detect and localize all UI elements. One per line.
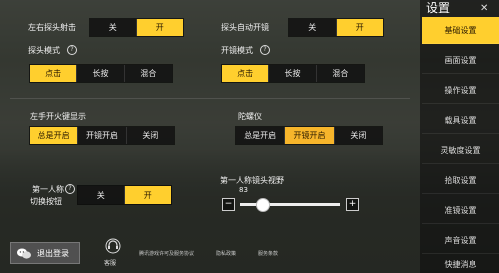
- customer-service-label: 客服: [104, 260, 117, 267]
- left-fire-selector: 总是开启 开镜开启 关闭: [29, 126, 175, 145]
- sidebar-item-scope[interactable]: 准镜设置: [422, 197, 499, 224]
- fov-decrease-button[interactable]: −: [222, 198, 235, 211]
- sidebar-item-pickup[interactable]: 拾取设置: [422, 167, 499, 194]
- gyro-selector: 总是开启 开镜开启 关闭: [235, 126, 383, 145]
- fpp-toggle-label-line2: 切换按钮: [30, 197, 62, 206]
- logout-label: 退出登录: [37, 248, 69, 258]
- scope-mode-click[interactable]: 点击: [222, 65, 270, 82]
- peek-auto-scope-on[interactable]: 开: [336, 19, 383, 36]
- fov-increase-button[interactable]: +: [346, 198, 359, 211]
- peek-mode-mixed[interactable]: 混合: [124, 65, 173, 82]
- footer-link-service[interactable]: 服务条款: [258, 250, 278, 257]
- gyro-off[interactable]: 关闭: [334, 127, 382, 144]
- customer-service-button[interactable]: 客服: [101, 238, 125, 268]
- scope-mode-label: 开镜模式: [221, 46, 253, 55]
- sidebar-item-vehicle[interactable]: 载具设置: [422, 107, 499, 134]
- fpp-toggle-label-line1: 第一人称: [32, 185, 64, 194]
- fpp-toggle-help-icon[interactable]: ?: [65, 184, 75, 194]
- close-icon[interactable]: ✕: [480, 3, 488, 14]
- peek-mode-hold[interactable]: 长按: [77, 65, 125, 82]
- sidebar-title: 设置: [426, 1, 451, 15]
- fpp-toggle-switch: 关 开: [77, 185, 172, 205]
- left-fire-label: 左手开火键显示: [30, 112, 86, 121]
- sidebar-item-graphics[interactable]: 画面设置: [422, 47, 499, 74]
- footer-link-privacy[interactable]: 隐私政策: [216, 250, 236, 257]
- left-fire-off[interactable]: 关闭: [126, 127, 174, 144]
- peek-auto-scope-off[interactable]: 关: [289, 19, 337, 36]
- peek-auto-scope-toggle: 关 开: [288, 18, 384, 37]
- sidebar-item-controls[interactable]: 操作设置: [422, 77, 499, 104]
- peek-fire-toggle: 关 开: [89, 18, 184, 37]
- peek-mode-click[interactable]: 点击: [30, 65, 78, 82]
- fov-slider-knob[interactable]: [256, 198, 270, 212]
- left-fire-always[interactable]: 总是开启: [30, 127, 79, 144]
- sidebar-item-quick-chat[interactable]: 快捷消息: [422, 255, 499, 273]
- scope-mode-mixed[interactable]: 混合: [316, 65, 365, 82]
- gyro-label: 陀螺仪: [238, 112, 262, 121]
- peek-fire-off[interactable]: 关: [90, 19, 137, 36]
- peek-mode-selector: 点击 长按 混合: [29, 64, 173, 83]
- section-divider: [10, 98, 410, 99]
- sidebar-item-basic[interactable]: 基础设置: [422, 17, 499, 44]
- peek-fire-label: 左右探头射击: [28, 23, 76, 32]
- fov-slider-track[interactable]: [240, 203, 340, 206]
- logout-button[interactable]: 退出登录: [10, 242, 80, 264]
- peek-auto-scope-label: 探头自动开镜: [221, 23, 269, 32]
- scope-mode-selector: 点击 长按 混合: [221, 64, 365, 83]
- peek-mode-help-icon[interactable]: ?: [67, 45, 77, 55]
- fpp-fov-value: 83: [239, 186, 248, 194]
- sidebar-item-audio[interactable]: 声音设置: [422, 227, 499, 254]
- fpp-fov-label: 第一人称镜头视野: [220, 176, 284, 185]
- gyro-always[interactable]: 总是开启: [236, 127, 286, 144]
- sidebar-item-sensitivity[interactable]: 灵敏度设置: [422, 137, 499, 164]
- footer-link-terms[interactable]: 腾讯游戏许可及服务协议: [139, 250, 194, 257]
- fpp-toggle-off[interactable]: 关: [78, 186, 125, 204]
- gyro-scoped[interactable]: 开镜开启: [285, 127, 335, 144]
- fpp-toggle-on[interactable]: 开: [124, 186, 171, 204]
- peek-fire-on[interactable]: 开: [136, 19, 183, 36]
- scope-mode-help-icon[interactable]: ?: [260, 45, 270, 55]
- headset-icon: [105, 238, 121, 254]
- peek-mode-label: 探头模式: [28, 46, 60, 55]
- scope-mode-hold[interactable]: 长按: [269, 65, 317, 82]
- left-fire-scoped[interactable]: 开镜开启: [78, 127, 127, 144]
- wechat-icon: [17, 248, 31, 259]
